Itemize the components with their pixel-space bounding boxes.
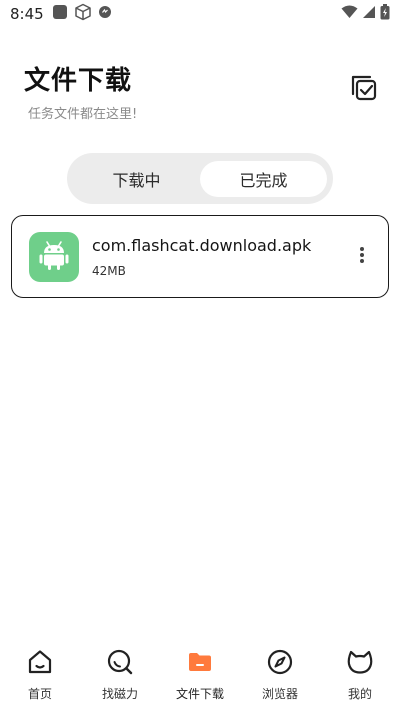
folder-icon bbox=[185, 647, 215, 677]
nav-label-browser: 浏览器 bbox=[261, 687, 298, 701]
cat-icon bbox=[345, 647, 375, 677]
file-name: com.flashcat.download.apk bbox=[92, 235, 312, 255]
more-vertical-icon bbox=[359, 246, 365, 268]
select-all-icon bbox=[349, 75, 379, 107]
file-info: com.flashcat.download.apk 42MB bbox=[92, 236, 352, 278]
tab-downloading[interactable]: 下载中 bbox=[73, 161, 200, 197]
select-all-button[interactable] bbox=[349, 73, 379, 103]
status-bar: 8:45 bbox=[0, 0, 400, 28]
nav-label-profile: 我的 bbox=[347, 687, 372, 701]
file-size: 42MB bbox=[92, 263, 126, 278]
android-icon bbox=[37, 238, 71, 276]
battery-charging-icon bbox=[380, 4, 390, 24]
file-list-item[interactable]: com.flashcat.download.apk 42MB bbox=[11, 215, 389, 298]
search-icon bbox=[105, 647, 135, 677]
tab-completed[interactable]: 已完成 bbox=[200, 160, 327, 197]
download-tabs: 下载中 已完成 bbox=[67, 153, 333, 204]
status-left: 8:45 bbox=[10, 3, 112, 25]
wifi-icon bbox=[341, 5, 358, 23]
cube-icon bbox=[74, 3, 92, 25]
nav-item-browser[interactable]: 浏览器 bbox=[240, 640, 320, 711]
nav-item-file-download[interactable]: 文件下载 bbox=[160, 640, 240, 711]
page-title: 文件下载 bbox=[24, 66, 133, 96]
nav-label-magnet-search: 找磁力 bbox=[101, 687, 138, 701]
signal-icon bbox=[362, 5, 376, 23]
nav-item-home[interactable]: 首页 bbox=[0, 640, 80, 711]
more-options-button[interactable] bbox=[352, 242, 372, 272]
bottom-nav: 首页 找磁力 文件下载 浏览器 我的 bbox=[0, 640, 400, 711]
app-square-icon bbox=[52, 4, 68, 24]
notification-badge-icon bbox=[98, 5, 112, 23]
home-icon bbox=[25, 647, 55, 677]
nav-label-file-download: 文件下载 bbox=[175, 687, 224, 701]
compass-icon bbox=[265, 647, 295, 677]
nav-item-profile[interactable]: 我的 bbox=[320, 640, 400, 711]
status-right bbox=[341, 4, 390, 24]
nav-label-home: 首页 bbox=[27, 687, 52, 701]
page-subtitle: 任务文件都在这里! bbox=[28, 107, 138, 122]
nav-item-magnet-search[interactable]: 找磁力 bbox=[80, 640, 160, 711]
page-header: 文件下载 任务文件都在这里! bbox=[24, 60, 137, 122]
status-time: 8:45 bbox=[10, 5, 44, 23]
file-type-icon bbox=[29, 231, 79, 282]
